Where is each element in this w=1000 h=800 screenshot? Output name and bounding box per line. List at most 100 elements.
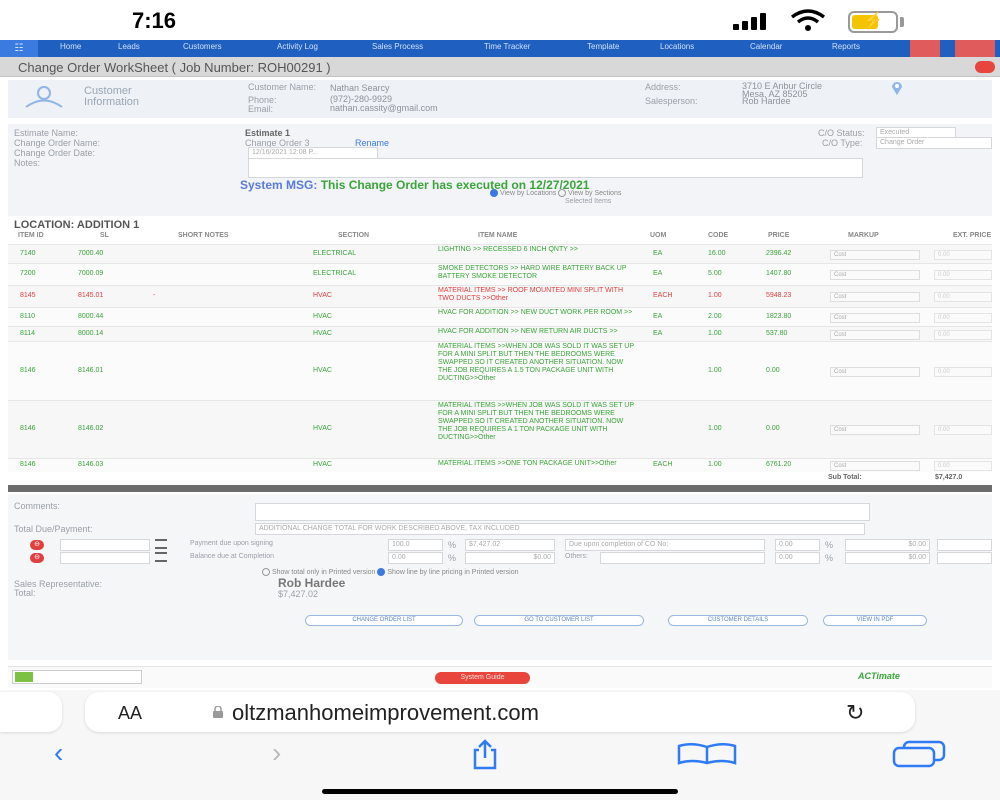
reader-aa-button[interactable]: AA (118, 703, 142, 724)
ext-price-input[interactable]: 0.00 (934, 292, 992, 302)
worksheet-header: Change Order WorkSheet ( Job Number: ROH… (0, 57, 1000, 77)
row1-extra-input[interactable] (937, 539, 992, 551)
markup-select[interactable]: Cost (830, 313, 920, 323)
row2-others-input[interactable] (600, 552, 765, 564)
go-to-customer-list-button[interactable]: GO TO CUSTOMER LIST (474, 615, 644, 626)
nav-home[interactable]: Home (60, 42, 81, 51)
email-label: Email: (248, 104, 274, 114)
cell-sl: 8145.01 (78, 292, 104, 299)
notes-textarea[interactable] (248, 158, 863, 178)
cell-item-name: MATERIAL ITEMS >> ROOF MOUNTED MINI SPLI… (438, 287, 623, 302)
nav-sales-process[interactable]: Sales Process (372, 42, 423, 51)
cell-short-notes: - (153, 292, 156, 299)
markup-select[interactable]: Cost (830, 425, 920, 435)
cell-code: 5.00 (708, 270, 722, 277)
ext-price-input[interactable]: 0.00 (934, 270, 992, 280)
menu-grid-icon[interactable]: ☷ (0, 40, 38, 57)
cell-section: ELECTRICAL (313, 250, 357, 257)
cell-section: HVAC (313, 292, 332, 299)
nav-activity-log[interactable]: Activity Log (277, 42, 318, 51)
row2-label: Balance due at Completion (190, 553, 275, 560)
cell-section: HVAC (313, 330, 332, 337)
row2-extra-input[interactable] (937, 552, 992, 564)
ext-price-input[interactable]: 0.00 (934, 367, 992, 377)
ext-price-input[interactable]: 0.00 (934, 461, 992, 471)
reload-icon[interactable]: ↻ (846, 700, 864, 726)
row2-pct2-sign: % (825, 553, 834, 563)
url-text[interactable]: oltzmanhomeimprovement.com (232, 700, 539, 726)
ext-price-input[interactable]: 0.00 (934, 425, 992, 435)
markup-select[interactable]: Cost (830, 250, 920, 260)
row2-others-label: Others: (565, 553, 588, 560)
location-pin-icon[interactable] (955, 40, 995, 57)
row2-pct2-input[interactable]: 0.00 (775, 552, 820, 564)
map-pin-icon[interactable] (890, 80, 904, 96)
row2-amount2-input[interactable]: $0.00 (845, 552, 930, 564)
back-icon[interactable]: ‹ (54, 737, 63, 769)
tabs-icon[interactable] (890, 740, 948, 768)
row1-label-input[interactable] (60, 539, 150, 551)
drag-handle-icon[interactable] (155, 552, 167, 562)
view-sections-radio[interactable] (558, 189, 567, 197)
subtotal-label: Sub Total: (828, 474, 862, 481)
ext-price-input[interactable]: 0.00 (934, 313, 992, 323)
row1-amount-input[interactable]: $7,427.02 (465, 539, 555, 551)
customer-details-button[interactable]: CUSTOMER DETAILS (668, 615, 808, 626)
markup-select[interactable]: Cost (830, 292, 920, 302)
cell-uom: EACH (653, 461, 673, 468)
line-by-line-radio[interactable] (377, 568, 386, 576)
total-label: Total: (14, 588, 36, 598)
total-due-input[interactable]: ADDITIONAL CHANGE TOTAL FOR WORK DESCRIB… (255, 523, 865, 535)
cell-code: 1.00 (708, 292, 722, 299)
bookmarks-icon[interactable] (676, 742, 738, 766)
markup-select[interactable]: Cost (830, 270, 920, 280)
forward-icon[interactable]: › (272, 737, 281, 769)
row2-pct-input[interactable]: 0.00 (388, 552, 443, 564)
comments-textarea[interactable] (255, 503, 870, 521)
markup-select[interactable]: Cost (830, 461, 920, 471)
row1-amount2-input[interactable]: $0.00 (845, 539, 930, 551)
row1-pct2-input[interactable]: 0.00 (775, 539, 820, 551)
cell-sl: 7000.40 (78, 250, 104, 257)
nav-customers[interactable]: Customers (183, 42, 222, 51)
cell-sl: 8000.14 (78, 330, 104, 337)
ext-price-input[interactable]: 0.00 (934, 330, 992, 340)
nav-template[interactable]: Template (587, 42, 619, 51)
remove-row-1-button[interactable]: ⊖ (30, 540, 44, 550)
row1-pct-input[interactable]: 100.0 (388, 539, 443, 551)
change-order-list-button[interactable]: CHANGE ORDER LIST (305, 615, 463, 626)
system-guide-button[interactable]: System Guide (435, 672, 530, 684)
cell-item-id: 8110 (20, 313, 36, 320)
close-icon[interactable] (975, 61, 995, 73)
ext-price-input[interactable]: 0.00 (934, 250, 992, 260)
drag-handle-icon[interactable] (155, 539, 167, 549)
co-type-select[interactable]: Change Order (876, 137, 992, 149)
remove-row-2-button[interactable]: ⊖ (30, 553, 44, 563)
cell-item-name: MATERIAL ITEMS >>ONE TON PACKAGE UNIT>>O… (438, 460, 617, 467)
markup-select[interactable]: Cost (830, 367, 920, 377)
view-in-pdf-button[interactable]: VIEW IN PDF (823, 615, 927, 626)
table-row: 7140 7000.40 ELECTRICAL EA 16.00 2396.42 LIGHT… (8, 244, 992, 263)
nav-leads[interactable]: Leads (118, 42, 140, 51)
row2-amount-input[interactable]: $0.00 (465, 552, 555, 564)
email-value[interactable]: nathan.cassity@gmail.com (330, 103, 438, 113)
previous-tab-preview[interactable] (0, 692, 62, 732)
home-icon[interactable] (910, 40, 940, 57)
cell-item-id: 8146 (20, 367, 36, 374)
share-icon[interactable] (470, 738, 500, 770)
status-time: 7:16 (132, 8, 177, 33)
view-sections-label: View by Sections (568, 189, 622, 197)
nav-reports[interactable]: Reports (832, 42, 860, 51)
salesperson-value: Rob Hardee (742, 96, 791, 106)
row2-label-input[interactable] (60, 552, 150, 564)
battery-tip (900, 17, 904, 27)
subtotal-value: $7,427.0 (935, 474, 963, 481)
nav-time-tracker[interactable]: Time Tracker (484, 42, 530, 51)
view-locations-radio[interactable] (490, 189, 498, 197)
total-only-radio[interactable] (262, 568, 270, 576)
cell-price: 0.00 (766, 367, 780, 374)
nav-locations[interactable]: Locations (660, 42, 694, 51)
nav-calendar[interactable]: Calendar (750, 42, 782, 51)
markup-select[interactable]: Cost (830, 330, 920, 340)
row1-due-input[interactable]: Due upon completion of CO No: (565, 539, 765, 551)
